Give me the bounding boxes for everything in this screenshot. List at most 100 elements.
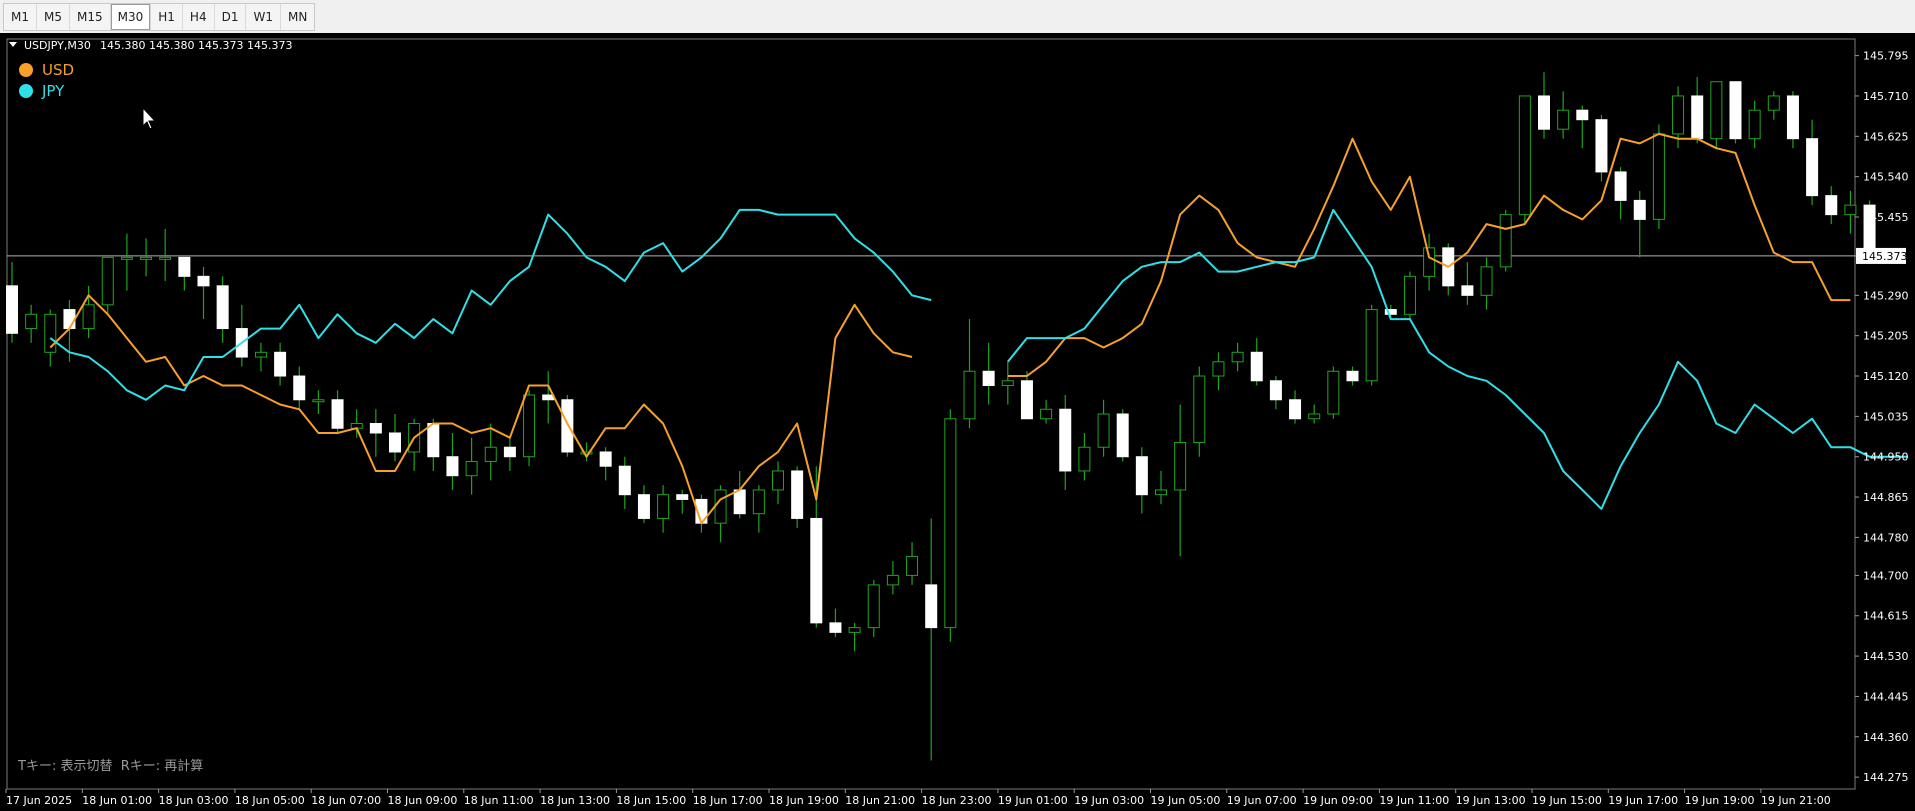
candle-body-bearish: [599, 451, 612, 467]
candle-body-bullish: [82, 304, 95, 330]
candle-body-bearish: [829, 622, 842, 633]
time-tick-label: 19 Jun 03:00: [1074, 794, 1144, 807]
candle-body-bearish: [791, 470, 804, 519]
candle-body-bearish: [178, 256, 191, 277]
candle-body-bearish: [1633, 199, 1646, 220]
candle: [1729, 81, 1742, 144]
candle-body-bearish: [293, 375, 306, 401]
candle-body-bearish: [1116, 413, 1129, 458]
time-tick-label: 19 Jun 01:00: [998, 794, 1068, 807]
candle: [1652, 124, 1665, 229]
candle-body-bearish: [1806, 138, 1819, 197]
candle-body-bearish: [1691, 95, 1704, 140]
time-tick-label: 18 Jun 05:00: [235, 794, 305, 807]
candle-body-bullish: [1518, 95, 1531, 216]
candle-body-bullish: [1212, 361, 1225, 377]
candle-body-bearish: [216, 285, 229, 330]
legend-usd-marker: [19, 63, 33, 77]
candle: [1365, 304, 1378, 386]
candle-body-bearish: [369, 422, 382, 434]
price-tick-label: 144.865: [1863, 491, 1909, 504]
candle-body-bearish: [925, 584, 938, 629]
timeframe-m15-button[interactable]: M15: [70, 4, 111, 30]
candle-body-bullish: [25, 313, 38, 330]
candle-body-bullish: [120, 256, 133, 260]
candle-body-bearish: [1595, 119, 1608, 173]
candle-body-bearish: [982, 370, 995, 387]
candle-body-bullish: [1078, 446, 1091, 472]
candle-body-bearish: [1729, 81, 1742, 140]
candle-body-bullish: [1844, 204, 1857, 216]
price-tick-label: 145.540: [1863, 171, 1909, 184]
time-tick-label: 19 Jun 07:00: [1227, 794, 1297, 807]
candle-body-bearish: [542, 394, 555, 401]
legend-jpy-marker: [19, 84, 33, 98]
candle-body-bullish: [1423, 247, 1436, 277]
price-tick-label: 145.625: [1863, 130, 1909, 143]
candle-body-bullish: [1672, 95, 1685, 135]
candle-body-bullish: [944, 418, 957, 629]
time-tick-label: 19 Jun 05:00: [1151, 794, 1221, 807]
time-tick-label: 19 Jun 11:00: [1379, 794, 1449, 807]
candle-body-bearish: [197, 275, 210, 287]
candle-body-bullish: [1308, 413, 1321, 420]
candle-body-bearish: [446, 456, 459, 477]
timeframe-h1-button[interactable]: H1: [151, 4, 183, 30]
price-tick-label: 145.795: [1863, 50, 1909, 63]
candle-body-bullish: [1097, 413, 1110, 448]
time-tick-label: 19 Jun 17:00: [1608, 794, 1678, 807]
candle-body-bullish: [867, 584, 880, 629]
price-tick-label: 144.360: [1863, 731, 1909, 744]
candle-body-bullish: [1767, 95, 1780, 111]
candle-body-bullish: [1499, 214, 1512, 268]
time-tick-label: 18 Jun 13:00: [540, 794, 610, 807]
candle-body-bearish: [1346, 370, 1359, 382]
candle-body-bearish: [676, 494, 689, 500]
candle-body-bearish: [389, 432, 401, 453]
candle-body-bearish: [1461, 285, 1474, 296]
candle: [1116, 409, 1129, 462]
price-tick-label: 145.120: [1863, 370, 1909, 383]
time-tick-label: 18 Jun 19:00: [769, 794, 839, 807]
candle: [1710, 81, 1723, 149]
candle-body-bullish: [1748, 109, 1761, 140]
candle-body-bullish: [963, 370, 976, 420]
candle: [1595, 114, 1608, 182]
chart-window[interactable]: 145.795 145.710 145.625 145.540 145.455 145.3…: [0, 33, 1915, 811]
time-tick-label: 18 Jun 15:00: [616, 794, 686, 807]
time-tick-label: 18 Jun 21:00: [845, 794, 915, 807]
timeframe-m30-button[interactable]: M30: [110, 4, 152, 30]
time-tick-label: 18 Jun 01:00: [82, 794, 152, 807]
candle-body-bearish: [503, 446, 516, 458]
legend-usd-label: USD: [42, 61, 74, 79]
timeframe-m5-button[interactable]: M5: [37, 4, 70, 30]
candle-body-bullish: [772, 470, 784, 491]
price-tick-label: 144.780: [1863, 531, 1909, 544]
chart-header: USDJPY,M30 145.380 145.380 145.373 145.3…: [9, 39, 292, 52]
candle-body-bearish: [561, 399, 574, 453]
time-tick-label: 18 Jun 11:00: [464, 794, 534, 807]
time-tick-label: 18 Jun 23:00: [922, 794, 992, 807]
timeframe-m1-button[interactable]: M1: [4, 4, 37, 30]
candle-body-bearish: [1289, 399, 1302, 420]
candle-body-bullish: [848, 627, 861, 633]
candle-body-bearish: [1020, 380, 1033, 420]
candle-body-bullish: [1155, 489, 1167, 496]
timeframe-mn-button[interactable]: MN: [281, 4, 314, 30]
candle: [1327, 366, 1340, 419]
time-tick-label: 19 Jun 19:00: [1685, 794, 1755, 807]
price-tick-label: 144.700: [1863, 569, 1909, 582]
price-tick-label: 144.950: [1863, 451, 1909, 464]
timeframe-h4-button[interactable]: H4: [183, 4, 215, 30]
timeframe-w1-button[interactable]: W1: [246, 4, 281, 30]
candle-body-bullish: [1231, 351, 1244, 363]
candle-body-bearish: [1135, 456, 1148, 496]
candle-body-bullish: [1001, 380, 1014, 387]
price-tick-label: 145.455: [1863, 211, 1909, 224]
chart-background: [0, 33, 1915, 811]
time-tick-label: 18 Jun 17:00: [693, 794, 763, 807]
candle-body-bearish: [1269, 380, 1282, 401]
current-price-label: 145.373: [1862, 250, 1908, 263]
timeframe-d1-button[interactable]: D1: [215, 4, 247, 30]
price-chart[interactable]: 145.795 145.710 145.625 145.540 145.455 145.3…: [0, 33, 1915, 811]
